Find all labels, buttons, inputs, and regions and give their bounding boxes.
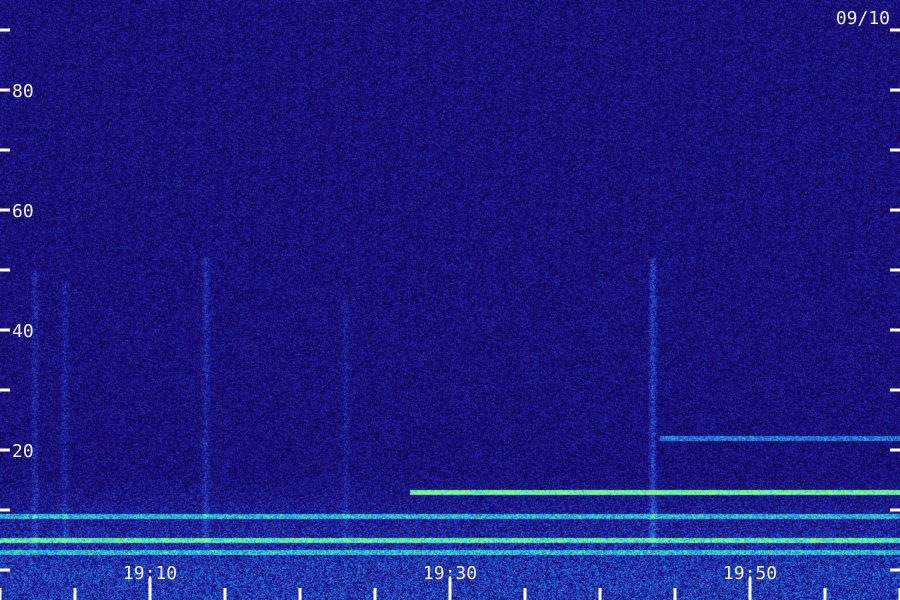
y-tick-label: 60 — [12, 201, 34, 222]
x-tick-label: 19:30 — [423, 563, 477, 584]
spectrogram-chart: 20406080100 19:1019:3019:50 09/10 — [0, 0, 900, 600]
x-tick-label: 19:50 — [723, 563, 777, 584]
date-label: 09/10 — [836, 8, 890, 29]
axes-overlay: 20406080100 19:1019:3019:50 09/10 — [0, 8, 900, 600]
y-tick-label: 80 — [12, 81, 34, 102]
y-tick-label: 40 — [12, 321, 34, 342]
x-tick-label: 19:10 — [123, 563, 177, 584]
y-tick-label: 20 — [12, 441, 34, 462]
y-axis: 20406080100 — [0, 28, 900, 572]
x-axis: 19:10 19:30 19:50 — [0, 563, 900, 600]
